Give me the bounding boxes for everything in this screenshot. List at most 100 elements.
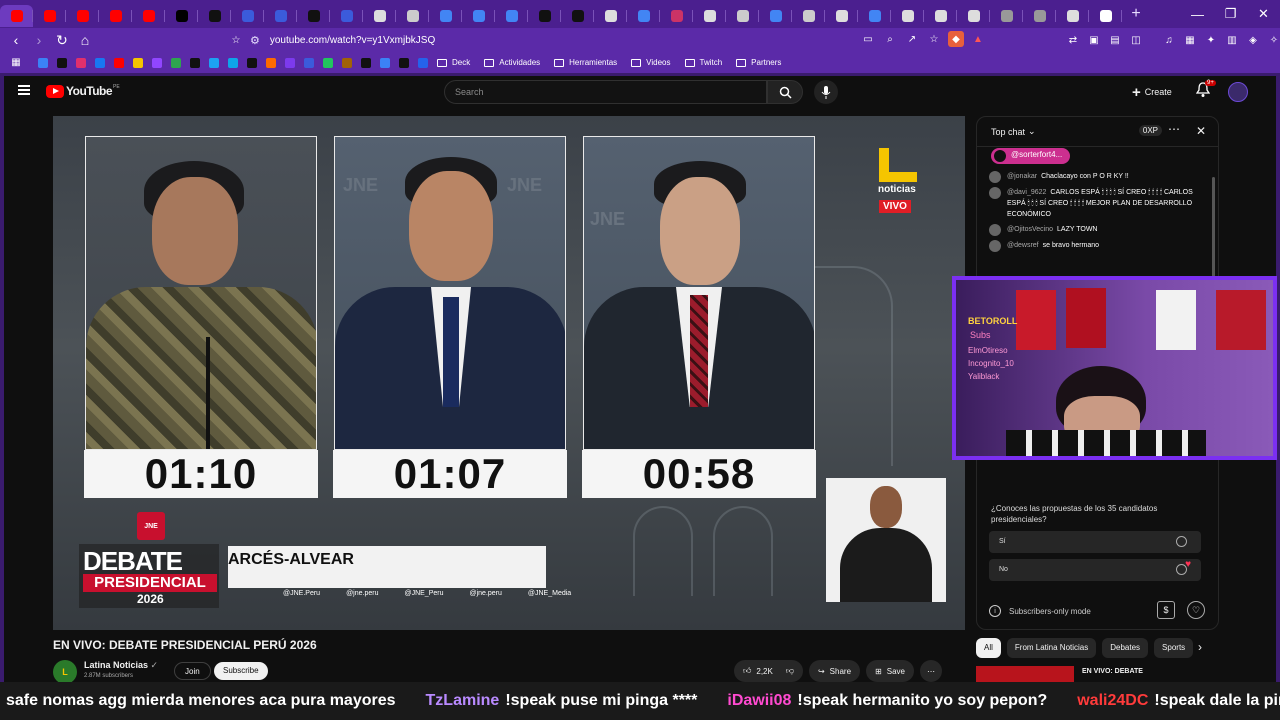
subscribe-button[interactable]: Subscribe: [214, 662, 268, 680]
browser-tab[interactable]: [528, 5, 561, 27]
bookmark-favicon-icon[interactable]: [228, 57, 238, 68]
tab-search-icon[interactable]: ▦: [1182, 32, 1198, 48]
browser-tab[interactable]: [1023, 5, 1056, 27]
browser-tab[interactable]: [990, 5, 1023, 27]
cast-icon[interactable]: ▭: [860, 31, 876, 47]
poll-option-yes[interactable]: Sí: [989, 531, 1201, 553]
voice-search-button[interactable]: [814, 80, 838, 104]
poll-option-no[interactable]: No ♥: [989, 559, 1201, 581]
rewards-icon[interactable]: ▲: [970, 31, 986, 47]
bookmark-favicon-icon[interactable]: [323, 57, 333, 68]
puzzle-icon[interactable]: ✦: [1203, 32, 1219, 48]
bookmark-folder[interactable]: Deck: [437, 58, 470, 67]
heart-reaction-icon[interactable]: ♡: [1187, 601, 1205, 619]
browser-tab[interactable]: [0, 5, 33, 27]
bookmark-favicon-icon[interactable]: [57, 57, 67, 68]
create-button[interactable]: + Create: [1132, 82, 1172, 102]
filter-chip[interactable]: Debates: [1102, 638, 1149, 658]
browser-tab[interactable]: [891, 5, 924, 27]
browser-tab[interactable]: [132, 5, 165, 27]
back-icon[interactable]: ‹: [6, 30, 26, 50]
browser-tab[interactable]: [957, 5, 990, 27]
browser-tab[interactable]: [363, 5, 396, 27]
pinned-user-chip[interactable]: @sorterfort4...: [991, 148, 1071, 164]
browser-tab[interactable]: [1089, 5, 1122, 27]
dislike-icon[interactable]: 👎︎: [786, 666, 794, 676]
chat-author[interactable]: @jonakar: [1007, 173, 1037, 180]
bookmark-favicon-icon[interactable]: [190, 57, 200, 68]
bookmark-folder[interactable]: Herramientas: [554, 58, 617, 67]
bookmark-favicon-icon[interactable]: [304, 57, 314, 68]
translate-icon[interactable]: ⇄: [1065, 32, 1081, 48]
bookmark-favicon-icon[interactable]: [171, 57, 181, 68]
browser-tab[interactable]: [33, 5, 66, 27]
browser-tab[interactable]: [231, 5, 264, 27]
video-player[interactable]: JNE JNE JNE 01:10 01:07 00:58 noticias V…: [53, 116, 965, 630]
bookmark-favicon-icon[interactable]: [38, 57, 48, 68]
browser-tab[interactable]: [858, 5, 891, 27]
filter-chip[interactable]: From Latina Noticias: [1006, 638, 1097, 658]
chat-author[interactable]: @OjitosVecino: [1007, 226, 1053, 233]
more-options-icon[interactable]: ⋯: [1168, 122, 1180, 136]
browser-tab[interactable]: [660, 5, 693, 27]
browser-tab[interactable]: [297, 5, 330, 27]
channel-name[interactable]: Latina Noticias ✓: [84, 660, 158, 671]
share-button[interactable]: ↪ Share: [808, 660, 861, 682]
apps-grid-icon[interactable]: ▦: [8, 55, 24, 71]
browser-tab[interactable]: [99, 5, 132, 27]
minimize-icon[interactable]: —: [1181, 0, 1214, 28]
bookmark-favicon-icon[interactable]: [76, 57, 86, 68]
bookmark-icon[interactable]: ☆: [926, 31, 942, 47]
bookmark-favicon-icon[interactable]: [133, 57, 143, 68]
bookmark-favicon-icon[interactable]: [95, 57, 105, 68]
like-button[interactable]: 👍︎ 2,2K 👎︎: [734, 660, 803, 682]
browser-tab[interactable]: [429, 5, 462, 27]
browser-tab[interactable]: [1056, 5, 1089, 27]
bookmark-favicon-icon[interactable]: [285, 57, 295, 68]
avatar[interactable]: [989, 171, 1001, 183]
extension-icon[interactable]: ▣: [1086, 32, 1102, 48]
brave-shield-icon[interactable]: ◆: [948, 31, 964, 47]
super-chat-icon[interactable]: $: [1157, 601, 1175, 619]
browser-tab[interactable]: [198, 5, 231, 27]
bookmark-folder[interactable]: Partners: [736, 58, 781, 67]
sidebar-icon[interactable]: ▥: [1224, 32, 1240, 48]
browser-tab[interactable]: [495, 5, 528, 27]
bookmark-favicon-icon[interactable]: [342, 57, 352, 68]
close-window-icon[interactable]: ✕: [1247, 0, 1280, 28]
search-button[interactable]: [767, 80, 803, 104]
top-chat-selector[interactable]: Top chat: [991, 127, 1025, 137]
browser-tab[interactable]: [330, 5, 363, 27]
bookmark-favicon-icon[interactable]: [266, 57, 276, 68]
bookmark-favicon-icon[interactable]: [361, 57, 371, 68]
browser-tab[interactable]: [825, 5, 858, 27]
home-icon[interactable]: ⌂: [75, 30, 95, 50]
browser-tab[interactable]: [924, 5, 957, 27]
avatar[interactable]: [989, 240, 1001, 252]
search-input[interactable]: Search: [444, 80, 767, 104]
bookmark-star-icon[interactable]: ☆: [228, 32, 244, 48]
hamburger-menu-icon[interactable]: [18, 85, 30, 95]
browser-tab[interactable]: [759, 5, 792, 27]
browser-tab[interactable]: [264, 5, 297, 27]
zoom-icon[interactable]: ⌕: [882, 31, 898, 47]
forward-icon[interactable]: ›: [29, 30, 49, 50]
bookmark-favicon-icon[interactable]: [247, 57, 257, 68]
browser-tab[interactable]: [66, 5, 99, 27]
restore-icon[interactable]: ❐: [1214, 0, 1247, 28]
bookmark-favicon-icon[interactable]: [114, 57, 124, 68]
browser-tab[interactable]: [726, 5, 759, 27]
bookmark-favicon-icon[interactable]: [209, 57, 219, 68]
browser-tab[interactable]: [396, 5, 429, 27]
browser-tab[interactable]: [792, 5, 825, 27]
bookmark-favicon-icon[interactable]: [152, 57, 162, 68]
reload-icon[interactable]: ↻: [52, 30, 72, 50]
notifications-button[interactable]: 9+: [1195, 80, 1216, 102]
browser-tab[interactable]: [693, 5, 726, 27]
avatar[interactable]: [989, 187, 1001, 199]
chat-author[interactable]: @dewsref: [1007, 242, 1039, 249]
bookmark-folder[interactable]: Actividades: [484, 58, 540, 67]
extension-icon[interactable]: ▤: [1107, 32, 1123, 48]
avatar[interactable]: [989, 224, 1001, 236]
vpn-icon[interactable]: ◈: [1245, 32, 1261, 48]
